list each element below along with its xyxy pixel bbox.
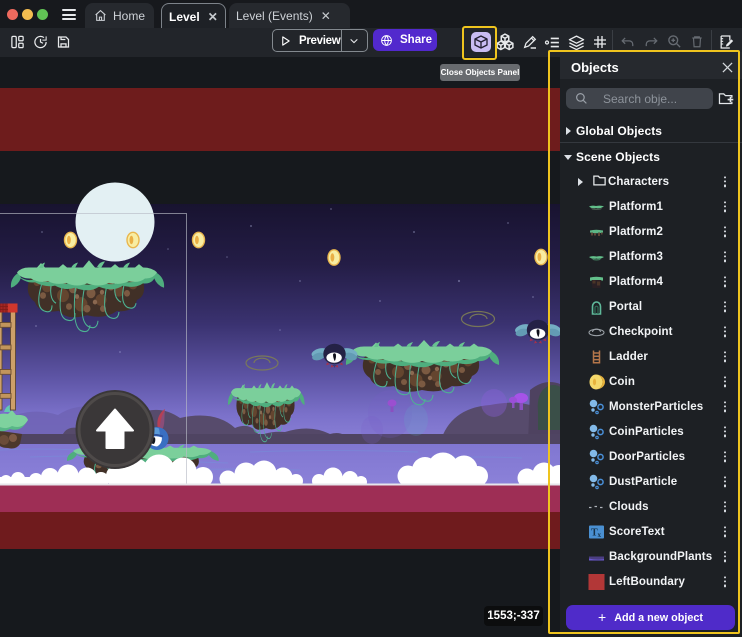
svg-text:x: x	[598, 531, 602, 539]
